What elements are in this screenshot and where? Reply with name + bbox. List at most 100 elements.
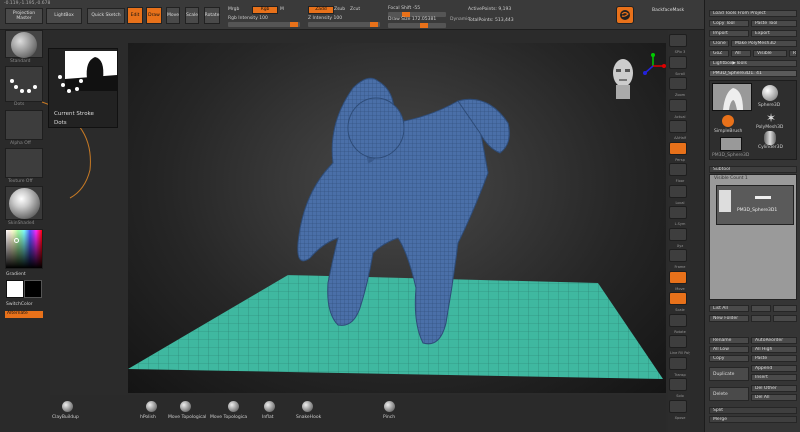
subtool-header[interactable]: Subtool: [709, 166, 797, 173]
move-topological-brush-icon[interactable]: [180, 401, 191, 412]
projection-master-button[interactable]: Projection Master: [5, 8, 43, 24]
tray-move-button[interactable]: Move: [669, 270, 687, 291]
document-canvas[interactable]: [128, 43, 666, 393]
hpolish-label[interactable]: hPolish: [140, 415, 156, 421]
goz-all-button[interactable]: All: [731, 50, 751, 57]
zbrush-logo-icon[interactable]: [616, 6, 634, 24]
tray-persp-button[interactable]: Persp: [669, 141, 687, 162]
move-button[interactable]: Move: [166, 7, 180, 24]
lightbox-tools-button[interactable]: Lightbox▶Tools: [709, 60, 797, 67]
stroke-thumbnail[interactable]: [5, 66, 43, 102]
goz-visible-button[interactable]: Visible: [753, 50, 787, 57]
draw-size-slider[interactable]: [388, 23, 446, 28]
axis-gizmo-icon[interactable]: [640, 53, 666, 79]
alpha-thumbnail[interactable]: [5, 110, 43, 140]
color-picker[interactable]: [5, 229, 43, 269]
all-high-button[interactable]: All High: [751, 346, 797, 353]
mrgb-toggle[interactable]: Mrgb: [228, 7, 239, 13]
del-other-button[interactable]: Del Other: [751, 385, 797, 392]
pm3d-small-thumbnail-icon[interactable]: [720, 137, 742, 151]
merge-button[interactable]: Merge: [709, 416, 797, 423]
split-button[interactable]: Split: [709, 407, 797, 414]
tray-line-fill-polyf-button[interactable]: Line Fill PolyF: [669, 335, 690, 355]
new-folder-button[interactable]: New Folder: [709, 315, 749, 322]
subtool-down-icon[interactable]: [773, 315, 797, 322]
secondary-color-swatch[interactable]: [24, 280, 42, 298]
sphere3d-label[interactable]: Sphere3D: [758, 103, 780, 109]
backface-mask-button[interactable]: BackfaceMask: [652, 8, 684, 14]
pinch-brush-icon[interactable]: [384, 401, 395, 412]
move-up-arrow-icon[interactable]: [751, 305, 771, 312]
move-topological-label[interactable]: Move Topological: [168, 415, 206, 421]
tray-rotate-button[interactable]: Rotate: [669, 313, 687, 334]
goz-r-button[interactable]: R: [789, 50, 797, 57]
pinch-label[interactable]: Pinch: [383, 415, 395, 421]
paste-tool-button[interactable]: Paste Tool: [751, 20, 797, 27]
edit-button[interactable]: Edit: [127, 7, 143, 24]
cylinder3d-label[interactable]: Cylinder3D: [758, 145, 783, 151]
claybuildup-brush-icon[interactable]: [62, 401, 73, 412]
tray-xpose-button[interactable]: Xpose: [669, 399, 687, 420]
tray-spix-3-button[interactable]: SPix 3: [669, 34, 687, 54]
claybuildup-label[interactable]: ClayBuildup: [52, 415, 79, 421]
tray-actual-button[interactable]: Actual: [669, 98, 687, 119]
switch-color-button[interactable]: SwitchColor: [6, 302, 33, 308]
sphere3d-thumbnail-icon[interactable]: [762, 85, 778, 101]
insert-button[interactable]: Insert: [751, 374, 797, 381]
zadd-toggle[interactable]: Zadd: [308, 6, 334, 14]
texture-thumbnail[interactable]: [5, 148, 43, 178]
autoreorder-button[interactable]: AutoReorder: [751, 337, 797, 344]
tray-zoom-button[interactable]: Zoom: [669, 77, 687, 97]
append-button[interactable]: Append: [751, 365, 797, 372]
list-all-button[interactable]: List All: [709, 305, 749, 312]
tray-local-button[interactable]: Local: [669, 184, 687, 205]
clone-button[interactable]: Clone: [709, 40, 729, 47]
duplicate-button[interactable]: Duplicate: [709, 367, 749, 381]
inflat-label[interactable]: Inflat: [262, 415, 274, 421]
subtool-visibility-icon[interactable]: [755, 196, 771, 199]
tray-floor-button[interactable]: Floor: [669, 163, 687, 183]
pm3d-sphere3d-label[interactable]: PM3D_Sphere3D: [712, 153, 749, 159]
move-down-arrow-icon[interactable]: [773, 305, 797, 312]
move-topologica-label[interactable]: Move Topologica: [210, 415, 247, 421]
material-thumbnail[interactable]: [5, 186, 43, 220]
zcut-toggle[interactable]: Zcut: [350, 7, 360, 13]
polymesh3d-star-icon[interactable]: ✶: [764, 111, 778, 125]
inflat-brush-icon[interactable]: [264, 401, 275, 412]
subtool-item[interactable]: PM3D_Sphere3D1: [716, 185, 794, 225]
zsub-toggle[interactable]: Zsub: [334, 7, 345, 13]
pm3d-thumbnail-icon[interactable]: [712, 83, 752, 111]
tray-transp-button[interactable]: Transp: [669, 356, 687, 377]
paste-button[interactable]: Paste: [751, 355, 797, 362]
snakehook-brush-icon[interactable]: [302, 401, 313, 412]
make-polymesh-button[interactable]: Make PolyMesh3D: [731, 40, 797, 47]
tray-scroll-button[interactable]: Scroll: [669, 55, 687, 76]
tray-frame-button[interactable]: Frame: [669, 249, 687, 269]
export-button[interactable]: Export: [751, 30, 797, 37]
copy-tool-button[interactable]: Copy Tool: [709, 20, 749, 27]
main-color-swatch[interactable]: [6, 280, 24, 298]
rgb-intensity-slider[interactable]: [228, 22, 300, 27]
scale-button[interactable]: Scale: [185, 7, 199, 24]
simplebrush-label[interactable]: SimpleBrush: [714, 129, 742, 135]
load-tools-button[interactable]: Load Tools From Project: [709, 10, 797, 17]
dynamic-toggle[interactable]: Dynamic: [450, 17, 470, 23]
m-toggle[interactable]: M: [280, 7, 284, 13]
import-button[interactable]: Import: [709, 30, 749, 37]
all-low-button[interactable]: All Low: [709, 346, 749, 353]
tray-solo-button[interactable]: Solo: [669, 378, 687, 398]
goz-button[interactable]: GoZ: [709, 50, 729, 57]
quick-sketch-button[interactable]: Quick Sketch: [87, 8, 125, 24]
draw-button[interactable]: Draw: [146, 7, 162, 24]
current-tool-slider[interactable]: PM3D_Sphere3D1. 41: [709, 70, 797, 77]
delete-button[interactable]: Delete: [709, 387, 749, 401]
z-intensity-slider[interactable]: [308, 22, 380, 27]
rotate-button[interactable]: Rotate: [204, 7, 220, 24]
lightbox-button[interactable]: LightBox: [46, 8, 82, 24]
del-all-button[interactable]: Del All: [751, 394, 797, 401]
subtool-up-icon[interactable]: [751, 315, 771, 322]
snakehook-label[interactable]: SnakeHook: [296, 415, 321, 421]
hpolish-brush-icon[interactable]: [146, 401, 157, 412]
brush-thumbnail[interactable]: [5, 30, 43, 58]
move-topologica-brush-icon[interactable]: [228, 401, 239, 412]
